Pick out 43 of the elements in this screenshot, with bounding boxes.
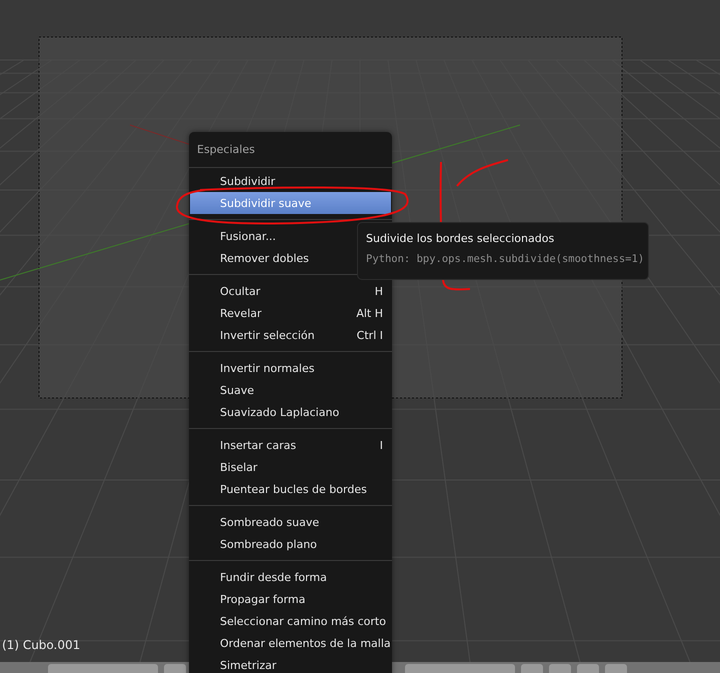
menu-item-label: Seleccionar camino más corto xyxy=(220,614,386,628)
menu-item[interactable]: Revelar Alt H xyxy=(190,302,391,324)
shortcut-label: I xyxy=(380,438,383,452)
menu-item-label: Simetrizar xyxy=(220,658,276,672)
menu-item[interactable]: Suave xyxy=(190,379,391,401)
python-hint: Python: bpy.ops.mesh.subdivide(smoothness=1) xyxy=(366,252,644,266)
menu-item-label: Suavizado Laplaciano xyxy=(220,406,340,418)
menu-item[interactable]: Ordenar elementos de la malla xyxy=(190,632,391,654)
menu-item-label: Subdividir xyxy=(220,174,276,188)
menu-item[interactable]: Fundir desde forma xyxy=(190,566,391,588)
menu-item-label: Revelar xyxy=(220,306,262,320)
menu-item-label: Insertar caras xyxy=(220,438,296,452)
shortcut-label: Ctrl I xyxy=(356,328,383,342)
menu-item[interactable]: Invertir selección Ctrl I xyxy=(190,324,391,346)
menu-item[interactable]: Biselar xyxy=(190,456,391,478)
menu-item-label: Invertir normales xyxy=(220,362,314,374)
object-label: (1) Cubo.001 xyxy=(2,638,80,652)
menu-item-label: Ordenar elementos de la malla xyxy=(220,636,391,650)
menu-item[interactable]: Invertir normales xyxy=(190,357,391,379)
menu-item-label: Subdividir suave xyxy=(220,196,312,210)
menu-item-label: Ocultar xyxy=(220,284,260,298)
menu-item[interactable]: Puentear bucles de bordes xyxy=(190,478,391,500)
shortcut-label: H xyxy=(374,284,383,298)
menu-item[interactable]: Ocultar H xyxy=(190,280,391,302)
menu-item[interactable]: Simetrizar xyxy=(190,654,391,673)
menu-item-label: Sombreado suave xyxy=(220,516,320,528)
menu-item-label: Puentear bucles de bordes xyxy=(220,482,367,496)
menu-item-label: Invertir selección xyxy=(220,328,315,342)
menu-title: Especiales xyxy=(196,142,256,158)
tooltip-title: Sudivide los bordes seleccionados xyxy=(366,232,554,245)
menu-item[interactable]: Suavizado Laplaciano xyxy=(190,401,391,423)
menu-item-label: Sombreado plano xyxy=(220,538,317,550)
menu-item[interactable]: Seleccionar camino más corto xyxy=(190,610,391,632)
menu-item[interactable]: Propagar forma xyxy=(190,588,391,610)
menu-item-label: Fundir desde forma xyxy=(220,570,327,584)
menu-item[interactable]: Subdividir xyxy=(190,170,391,192)
shortcut-label: Alt H xyxy=(356,306,383,320)
menu-item[interactable]: Sombreado suave xyxy=(190,511,391,533)
menu-item-label: Propagar forma xyxy=(220,592,306,606)
menu-item[interactable]: Insertar caras I xyxy=(190,434,391,456)
menu-item[interactable]: Sombreado plano xyxy=(190,533,391,555)
menu-item-label: Biselar xyxy=(220,460,258,474)
menu-item-label: Suave xyxy=(220,384,254,396)
